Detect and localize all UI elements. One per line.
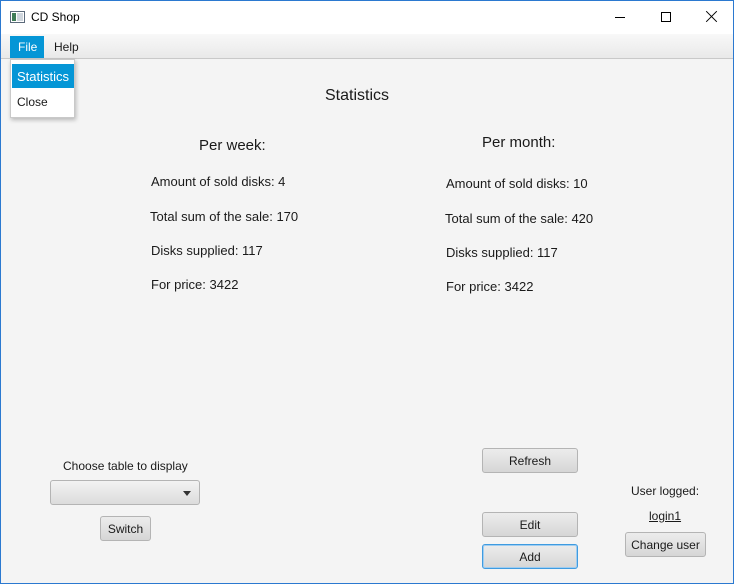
per-month-heading: Per month: <box>482 134 556 151</box>
menu-file[interactable]: File <box>10 36 44 58</box>
close-icon <box>706 11 718 23</box>
menu-bar: File Help <box>1 34 733 59</box>
chevron-down-icon <box>183 491 191 496</box>
user-logged-label: User logged: <box>631 484 700 498</box>
menu-help[interactable]: Help <box>46 36 86 58</box>
week-sold-disks: Amount of sold disks: 4 <box>151 174 286 189</box>
minimize-button[interactable] <box>597 1 643 33</box>
statistics-title: Statistics <box>324 87 389 104</box>
week-disks-supplied: Disks supplied: 117 <box>151 243 263 258</box>
edit-button[interactable]: Edit <box>482 512 578 537</box>
week-price: For price: 3422 <box>151 277 239 292</box>
week-total-sum: Total sum of the sale: 170 <box>150 209 299 224</box>
add-button[interactable]: Add <box>482 544 578 569</box>
month-price: For price: 3422 <box>446 279 534 294</box>
choose-table-label: Choose table to display <box>63 459 188 473</box>
app-window: CD Shop File Help Statistics Close Stati… <box>0 0 734 584</box>
close-window-button[interactable] <box>689 1 733 33</box>
table-select[interactable] <box>50 480 200 505</box>
minimize-icon <box>615 17 625 18</box>
switch-button[interactable]: Switch <box>100 516 151 541</box>
month-total-sum: Total sum of the sale: 420 <box>445 211 594 226</box>
menu-item-close[interactable]: Close <box>12 90 74 114</box>
per-week-heading: Per week: <box>199 137 266 154</box>
title-bar[interactable]: CD Shop <box>1 1 733 34</box>
window-title: CD Shop <box>31 10 80 24</box>
menu-item-statistics[interactable]: Statistics <box>12 64 74 88</box>
refresh-button[interactable]: Refresh <box>482 448 578 473</box>
file-menu-dropdown: Statistics Close <box>10 59 75 118</box>
maximize-icon <box>661 12 671 22</box>
maximize-button[interactable] <box>643 1 689 33</box>
month-disks-supplied: Disks supplied: 117 <box>446 245 558 260</box>
app-icon <box>10 11 25 23</box>
username-link[interactable]: login1 <box>649 509 681 523</box>
month-sold-disks: Amount of sold disks: 10 <box>446 176 588 191</box>
change-user-button[interactable]: Change user <box>625 532 706 557</box>
